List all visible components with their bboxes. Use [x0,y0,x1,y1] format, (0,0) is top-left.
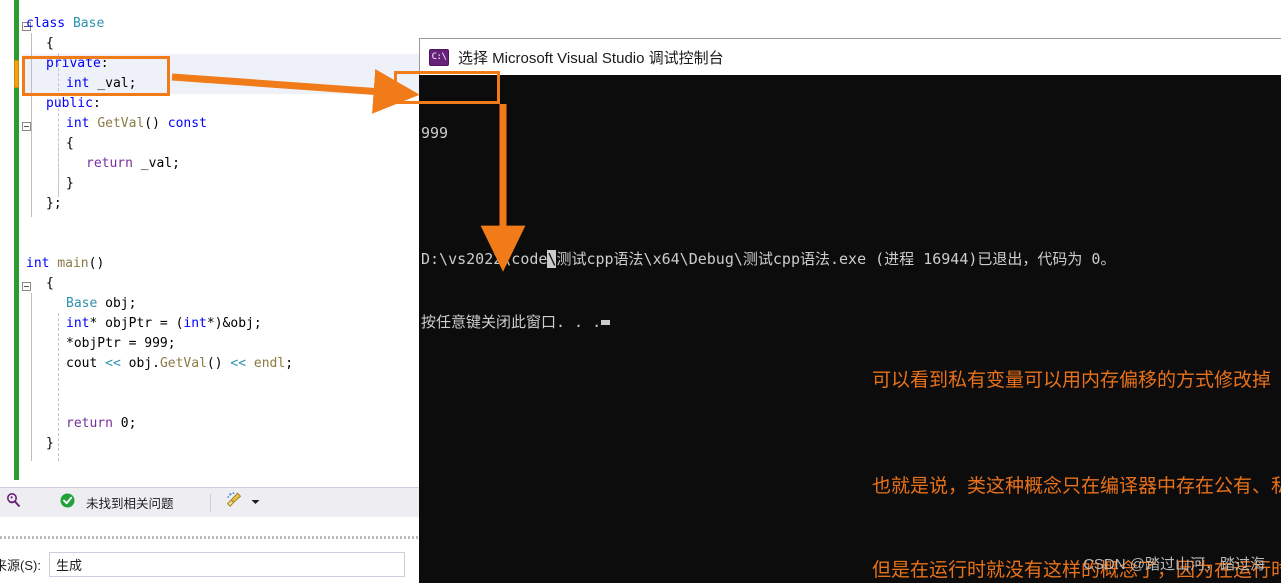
csdn-watermark: CSDN @踏过山河，踏过海 [1083,556,1265,573]
code-token: : [92,96,101,111]
code-line: *objPtr = 999; [0,334,293,354]
code-token: endl [253,356,286,371]
code-token: return [66,416,113,431]
code-token: *objPtr = 999; [66,336,176,351]
output-source-bar[interactable]: 来源(S): 生成 [0,546,419,583]
annotation-line-2: 也就是说，类这种概念只在编译器中存在公有、私有这些， [872,476,1281,497]
console-cursor [601,320,611,325]
code-token: public [46,96,93,111]
code-line: return 0; [0,414,293,434]
code-token: main [57,256,89,271]
error-list-status-bar[interactable]: 未找到相关问题 [0,487,419,517]
code-line: Base obj; [0,294,293,314]
code-token: int [183,316,207,331]
visual-studio-editor-pane[interactable]: class Base{private: int _val; public: int G… [0,0,419,583]
code-token: obj; [97,296,137,311]
annotation-text-block: 可以看到私有变量可以用内存偏移的方式修改掉 也就是说，类这种概念只在编译器中存在… [872,311,1281,583]
code-line: public: [0,94,293,114]
code-token: { [46,276,54,291]
code-token: int [26,256,50,271]
broom-icon[interactable] [221,491,247,514]
code-token: { [46,36,54,51]
panel-separator-strip [0,517,419,546]
code-token: } [66,176,74,191]
status-divider [209,493,211,512]
console-exit-line-post: 测试cpp语法\x64\Debug\测试cpp语法.exe (进程 16944)… [556,250,1116,268]
code-token: obj. [120,356,160,371]
code-token: cout [66,356,106,371]
annotation-line-1: 可以看到私有变量可以用内存偏移的方式修改掉 [872,370,1272,391]
console-exit-line-pre: D:\vs2022\code [421,250,548,268]
code-token: private [46,56,101,71]
code-line: int main() [0,254,293,274]
code-line: } [0,434,293,454]
code-token: ; [285,356,294,371]
source-combobox-value: 生成 [55,558,82,573]
console-exit-line: D:\vs2022\code\测试cpp语法\x64\Debug\测试cpp语法… [421,249,1281,270]
code-line: } [0,174,293,194]
code-token: () [88,256,105,271]
code-token: 0; [112,416,137,431]
code-line: { [0,274,293,294]
dotted-divider [0,536,419,539]
code-token: _val; [132,156,180,171]
console-output-value: 999 [421,124,449,142]
code-token: return [86,156,133,171]
debug-console-window[interactable]: C:\ 选择 Microsoft Visual Studio 调试控制台 999… [419,38,1281,583]
cmd-console-icon: C:\ [429,48,449,66]
code-token: _val; [89,76,137,91]
code-token: int [66,116,90,131]
console-icon-glyph: C:\ [431,52,447,62]
code-line: return _val; [0,154,293,174]
code-token: GetVal [97,116,145,131]
code-line: int GetVal() const [0,114,293,134]
code-token: << [230,356,247,371]
source-label: 来源(S): [0,558,41,573]
status-message: 未找到相关问题 [86,497,174,511]
code-token: : [100,56,109,71]
console-title-bar[interactable]: C:\ 选择 Microsoft Visual Studio 调试控制台 [419,38,1281,75]
code-line: { [0,134,293,154]
code-line: }; [0,194,293,214]
console-prompt-text: 按任意键关闭此窗口. . . [421,313,602,331]
magnifier-person-icon[interactable] [0,492,26,514]
code-line: private: [0,54,293,74]
code-text[interactable]: class Base{private: int _val; public: int G… [0,14,293,454]
code-token: GetVal [159,356,207,371]
code-token: const [167,116,207,131]
code-token: () [144,116,168,131]
code-line: class Base [0,14,293,34]
code-token: << [105,356,121,371]
green-check-icon [54,493,80,513]
code-token: class [26,16,73,31]
code-token: *)&obj; [206,316,262,331]
code-line: cout << obj.GetVal() << endl; [0,354,293,374]
code-token: Base [72,16,105,31]
code-token: int [66,316,90,331]
chevron-down-icon[interactable] [250,494,261,512]
code-line: int _val; [0,74,293,94]
code-token: { [66,136,74,151]
code-token: * objPtr = ( [89,316,184,331]
code-token: Base [66,296,98,311]
code-token: }; [46,196,62,211]
code-token: () [206,356,231,371]
code-token: } [46,436,54,451]
source-combobox[interactable]: 生成 [48,552,405,577]
code-line: { [0,34,293,54]
code-token: int [66,76,90,91]
console-title-text: 选择 Microsoft Visual Studio 调试控制台 [458,49,724,67]
code-line: int* objPtr = (int*)&obj; [0,314,293,334]
